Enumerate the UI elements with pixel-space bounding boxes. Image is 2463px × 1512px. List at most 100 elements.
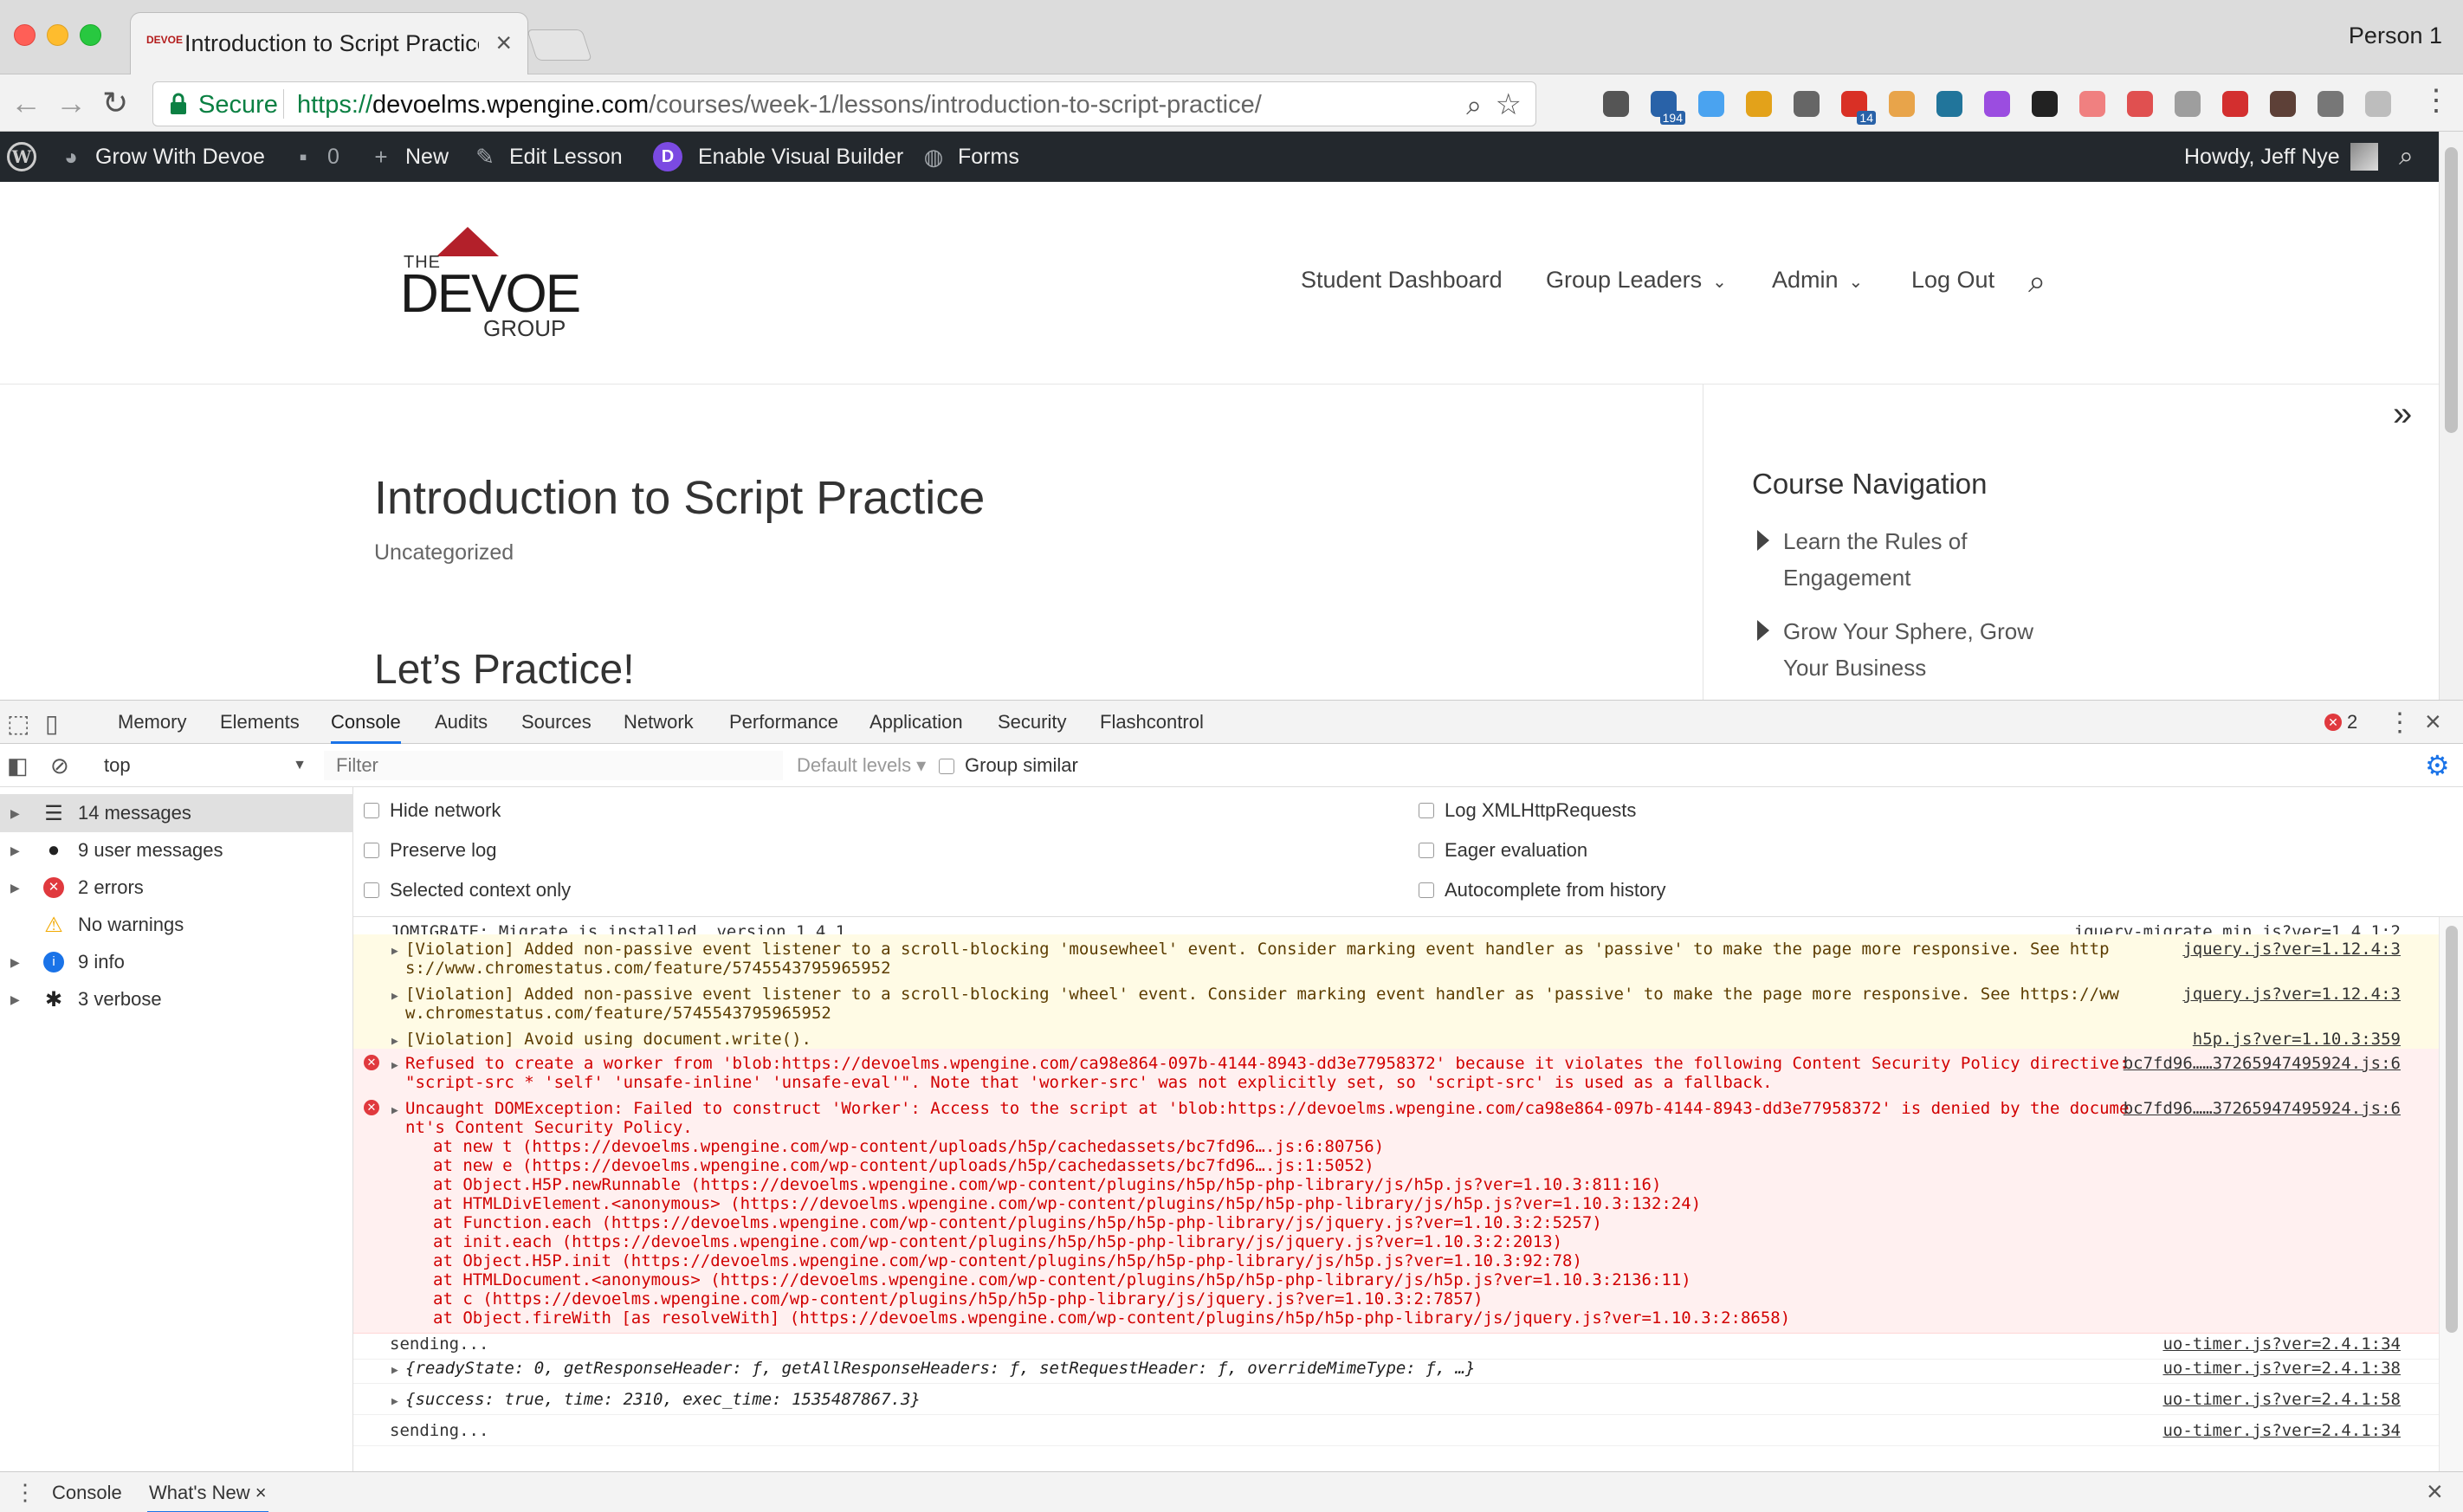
fruit-extension-icon[interactable] <box>1735 83 1782 125</box>
browser-menu-icon[interactable]: ⋮ <box>2421 83 2451 118</box>
tab-elements[interactable]: Elements <box>220 701 300 744</box>
preserve-log-checkbox[interactable]: Preserve log <box>364 839 497 862</box>
console-sidebar-item[interactable]: ⚠ No warnings <box>0 906 353 944</box>
console-source-link[interactable]: h5p.js?ver=1.10.3:359 <box>2193 1030 2401 1049</box>
course-nav-item[interactable]: Grow Your Sphere, Grow Your Business <box>1757 613 2052 686</box>
stack-trace-line[interactable]: at c (https://devoelms.wpengine.com/wp-c… <box>433 1289 2439 1308</box>
window-minimize-button[interactable] <box>47 24 68 46</box>
console-log-message[interactable]: sending... uo-timer.js?ver=2.4.1:34 <box>353 1416 2439 1446</box>
drawer-menu-icon[interactable]: ⋮ <box>14 1479 36 1506</box>
inspect-element-icon[interactable]: ⬚ <box>7 709 29 738</box>
sidebar-toggle-icon[interactable]: ◧ <box>7 753 29 779</box>
console-source-link[interactable]: jquery.js?ver=1.12.4:3 <box>2182 940 2401 959</box>
pdf-extension-icon[interactable] <box>2211 83 2259 125</box>
drawer-tab-console[interactable]: Console <box>50 1472 124 1512</box>
site-search-icon[interactable]: ⌕ <box>2028 263 2046 300</box>
page-scrollbar-thumb[interactable] <box>2445 147 2458 433</box>
stack-trace-line[interactable]: at new t (https://devoelms.wpengine.com/… <box>433 1137 2439 1156</box>
category-link[interactable]: Uncategorized <box>374 540 514 565</box>
profile-button[interactable]: Person 1 <box>2349 23 2442 49</box>
autocomplete-history-checkbox[interactable]: Autocomplete from history <box>1419 879 1666 901</box>
drawer-tab-what-s-new[interactable]: What's New × <box>147 1472 268 1512</box>
cup-extension-icon[interactable] <box>2259 83 2306 125</box>
console-scrollbar-thumb[interactable] <box>2446 926 2458 1333</box>
expand-triangle-icon[interactable]: ▶ <box>391 1361 398 1380</box>
bookmark-star-icon[interactable]: ☆ <box>1496 87 1522 122</box>
stack-trace-line[interactable]: at Object.H5P.newRunnable (https://devoe… <box>433 1175 2439 1194</box>
new-tab-button[interactable] <box>527 29 592 61</box>
console-source-link[interactable]: bc7fd96……37265947495924.js:6 <box>2124 1099 2401 1118</box>
clear-console-icon[interactable]: ⊘ <box>50 753 69 779</box>
page-scrollbar[interactable] <box>2439 132 2463 700</box>
error-count-badge[interactable]: ✕ 2 <box>2324 711 2357 733</box>
tab-sources[interactable]: Sources <box>521 701 592 744</box>
console-log-message[interactable]: ▶ {success: true, time: 2310, exec_time: … <box>353 1385 2439 1415</box>
new-content-link[interactable]: + New <box>369 132 449 182</box>
window-close-button[interactable] <box>14 24 36 46</box>
camera-extension-icon[interactable] <box>2306 83 2354 125</box>
stack-trace-line[interactable]: at Object.fireWith [as resolveWith] (htt… <box>433 1308 2439 1328</box>
nav-student-dashboard[interactable]: Student Dashboard <box>1301 267 1503 294</box>
console-sidebar-item[interactable]: ▶ ☰ 14 messages <box>0 794 353 832</box>
forward-arrow-icon[interactable]: → <box>55 85 87 121</box>
expand-triangle-icon[interactable]: ▶ <box>391 942 398 961</box>
expand-triangle-icon[interactable]: ▶ <box>391 987 398 1006</box>
console-warning-message[interactable]: ▶ [Violation] Added non-passive event lis… <box>353 979 2439 1029</box>
stack-trace-line[interactable]: at new e (https://devoelms.wpengine.com/… <box>433 1156 2439 1175</box>
gmail-extension-icon[interactable]: 14 <box>1830 83 1878 125</box>
expand-triangle-icon[interactable]: ▶ <box>391 1056 398 1076</box>
close-tab-icon[interactable]: × <box>250 1482 267 1503</box>
wordpress-extension-icon[interactable] <box>1925 83 1973 125</box>
console-source-link[interactable]: jquery.js?ver=1.12.4:3 <box>2182 985 2401 1004</box>
console-source-link[interactable]: uo-timer.js?ver=2.4.1:58 <box>2162 1390 2401 1409</box>
zoom-icon[interactable]: ⌕ <box>1466 89 1482 122</box>
admin-search-icon[interactable]: ⌕ <box>2399 132 2414 182</box>
rocket-extension-icon[interactable] <box>2116 83 2163 125</box>
calendar-extension-icon[interactable]: 194 <box>1639 83 1687 125</box>
nav-group-leaders[interactable]: Group Leaders ⌄ <box>1546 267 1727 294</box>
tab-security[interactable]: Security <box>998 701 1066 744</box>
tab-performance[interactable]: Performance <box>729 701 838 744</box>
console-sidebar-item[interactable]: ▶ i 9 info <box>0 943 353 981</box>
devoe-group-logo[interactable]: THE DEVOE GROUP <box>400 225 582 346</box>
stack-trace-line[interactable]: at Object.H5P.init (https://devoelms.wpe… <box>433 1251 2439 1270</box>
stack-trace-line[interactable]: at HTMLDivElement.<anonymous> (https://d… <box>433 1194 2439 1213</box>
up-extension-icon[interactable] <box>2354 83 2402 125</box>
log-xmlhttprequests-checkbox[interactable]: Log XMLHttpRequests <box>1419 799 1636 822</box>
tab-application[interactable]: Application <box>869 701 963 744</box>
enable-visual-builder-link[interactable]: D Enable Visual Builder <box>653 132 903 182</box>
console-filter-input[interactable] <box>324 751 783 780</box>
hide-network-checkbox[interactable]: Hide network <box>364 799 501 822</box>
log-levels-dropdown[interactable]: Default levels ▾ <box>797 754 926 777</box>
console-source-link[interactable]: uo-timer.js?ver=2.4.1:34 <box>2162 1334 2401 1354</box>
console-settings-gear-icon[interactable]: ⚙ <box>2425 749 2450 782</box>
course-nav-item[interactable]: Learn the Rules of Engagement <box>1757 523 2052 596</box>
lens-extension-icon[interactable] <box>2020 83 2068 125</box>
console-warning-message[interactable]: ▶ [Violation] Added non-passive event lis… <box>353 934 2439 984</box>
collapse-sidebar-icon[interactable]: » <box>2393 395 2412 434</box>
site-name-link[interactable]: ◕ Grow With Devoe <box>59 132 265 182</box>
toast-extension-icon[interactable] <box>1878 83 1925 125</box>
drive-extension-icon[interactable] <box>2163 83 2211 125</box>
forms-link[interactable]: ◍ Forms <box>921 132 1019 182</box>
group-similar-checkbox[interactable]: Group similar <box>939 754 1078 777</box>
browser-tab[interactable]: DEVOE Introduction to Script Practice × <box>130 12 528 74</box>
expand-triangle-icon[interactable]: ▶ <box>391 1102 398 1121</box>
console-error-message[interactable]: ✕ ▶ Uncaught DOMException: Failed to const… <box>353 1094 2439 1334</box>
device-toolbar-icon[interactable]: ▯ <box>45 709 58 738</box>
nav-admin[interactable]: Admin ⌄ <box>1772 267 1863 294</box>
eager-evaluation-checkbox[interactable]: Eager evaluation <box>1419 839 1587 862</box>
edit-lesson-link[interactable]: ✎ Edit Lesson <box>473 132 623 182</box>
window-maximize-button[interactable] <box>80 24 101 46</box>
wordpress-logo-icon[interactable]: W <box>7 132 36 182</box>
console-source-link[interactable]: uo-timer.js?ver=2.4.1:34 <box>2162 1421 2401 1440</box>
console-source-link[interactable]: uo-timer.js?ver=2.4.1:38 <box>2162 1359 2401 1378</box>
tab-console[interactable]: Console <box>331 701 401 744</box>
recycle-extension-icon[interactable] <box>1592 83 1639 125</box>
console-sidebar-item[interactable]: ▶ ✕ 2 errors <box>0 869 353 907</box>
url-text[interactable]: https://devoelms.wpengine.com/courses/we… <box>297 91 1262 120</box>
colorwheel-extension-icon[interactable] <box>1973 83 2020 125</box>
nav-log-out[interactable]: Log Out <box>1911 267 1994 294</box>
console-sidebar-item[interactable]: ▶ ● 9 user messages <box>0 831 353 869</box>
plus-extension-icon[interactable] <box>1687 83 1735 125</box>
